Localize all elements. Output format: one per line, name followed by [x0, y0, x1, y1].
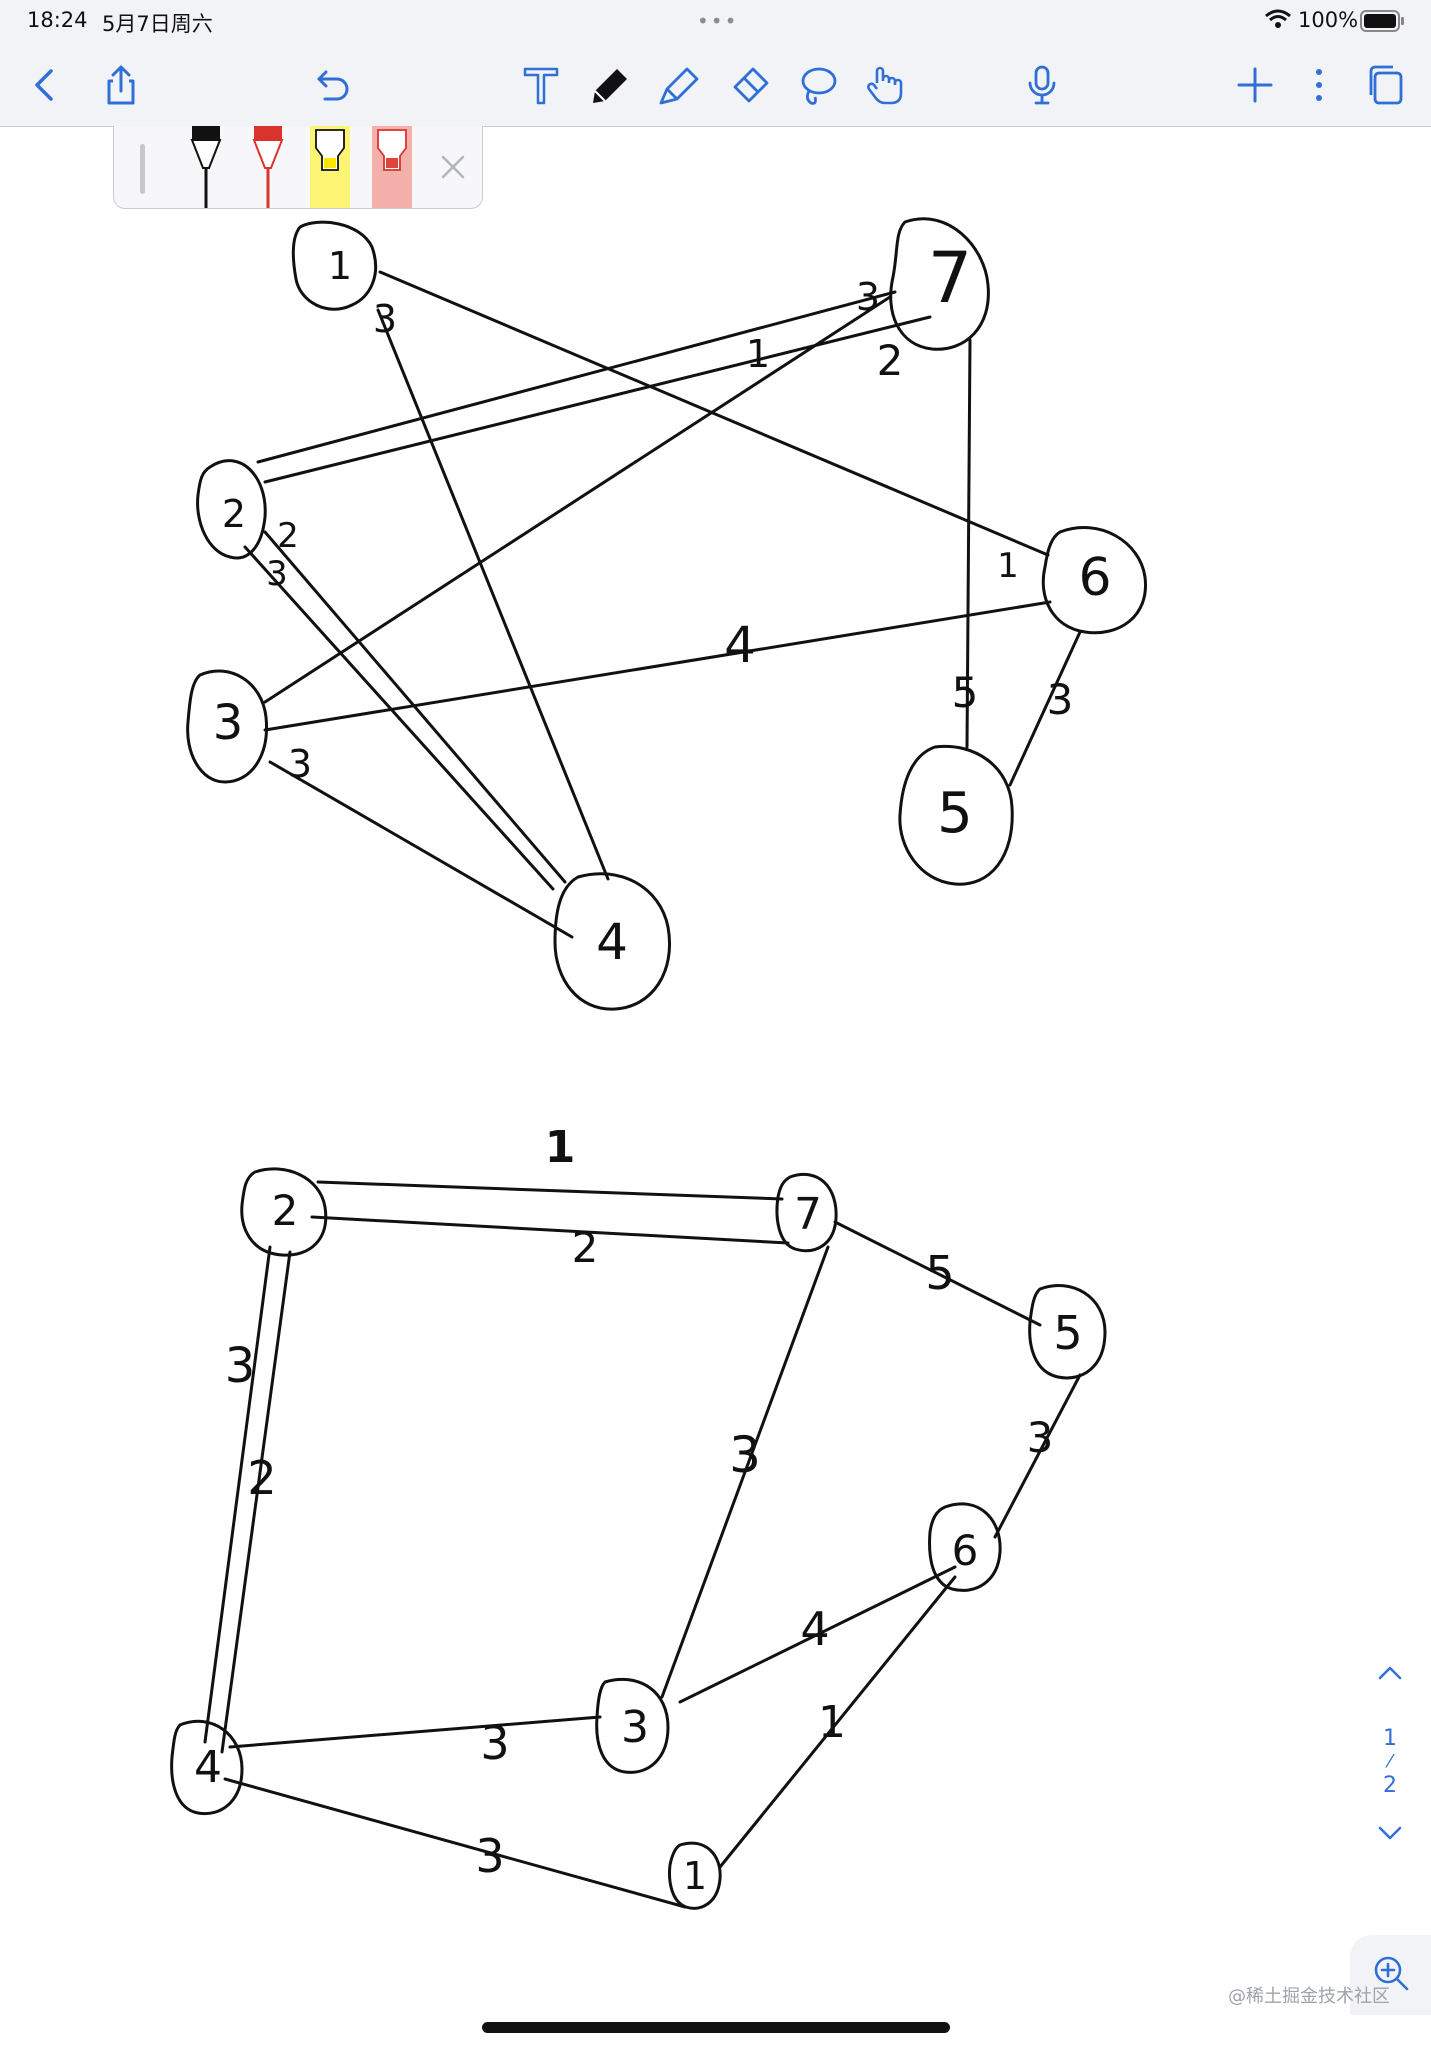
edge-2-7-b	[263, 315, 932, 484]
b-weight-2-7-a: 1	[545, 1122, 576, 1173]
b-node-7-label: 7	[794, 1189, 822, 1240]
battery-icon	[1360, 10, 1406, 36]
undo-icon[interactable]	[304, 58, 358, 112]
b-weight-7-3: 3	[729, 1426, 761, 1484]
pen-tool-icon[interactable]	[584, 58, 638, 112]
watermark: @稀土掘金技术社区	[1228, 1986, 1390, 2007]
node-1-label: 1	[328, 244, 352, 288]
b-node-3-label: 3	[621, 1702, 649, 1753]
b-weight-2-4-a: 2	[247, 1451, 276, 1505]
multitask-dots-icon[interactable]: •••	[697, 9, 738, 33]
eraser-tool-icon[interactable]	[722, 58, 776, 112]
b-node-2-label: 2	[272, 1186, 299, 1235]
b-edge-2-7-b	[310, 1215, 790, 1245]
page-separator: ⁄	[1388, 1751, 1392, 1772]
microphone-icon[interactable]	[1015, 58, 1069, 112]
weight-2-4-b: 3	[266, 554, 288, 594]
weight-6-5: 3	[1047, 675, 1074, 724]
weight-1-6: 1	[997, 546, 1019, 586]
b-edge-4-3	[228, 1715, 602, 1749]
status-time: 18:24	[27, 8, 88, 32]
lasso-tool-icon[interactable]	[790, 58, 844, 112]
edge-1-4	[376, 308, 610, 881]
page-navigator: 1 ⁄ 2	[1360, 1660, 1420, 1880]
status-date: 5月7日周六	[102, 12, 213, 36]
node-4-label: 4	[596, 913, 628, 971]
share-icon[interactable]	[94, 58, 148, 112]
add-icon[interactable]	[1228, 58, 1282, 112]
node-2-label: 2	[222, 492, 246, 536]
shape-tool-icon[interactable]	[858, 58, 912, 112]
node-7-label: 7	[928, 237, 973, 319]
toolbar	[0, 40, 1431, 127]
text-tool-icon[interactable]	[514, 58, 568, 112]
weight-7-5: 5	[952, 668, 979, 717]
b-weight-6-1: 1	[818, 1697, 846, 1748]
edge-3-6	[263, 600, 1052, 732]
b-node-4-label: 4	[194, 1742, 222, 1793]
b-node-6-label: 6	[952, 1526, 979, 1575]
weight-2-7-b: 2	[877, 336, 904, 385]
node-3-label: 3	[213, 695, 244, 751]
current-page-number: 1	[1383, 1726, 1397, 1751]
next-page-icon[interactable]	[1360, 1822, 1420, 1858]
highlighter-tool-icon[interactable]	[652, 58, 706, 112]
b-edge-4-1	[223, 1777, 687, 1909]
note-canvas[interactable]: 1 2 3 4 5 6 7 3 1 2 3 2 3 1 4 3 5 3 2 7 …	[0, 127, 1431, 2017]
b-weight-7-5: 5	[925, 1246, 954, 1300]
b-weight-5-6: 3	[1027, 1413, 1054, 1462]
battery-percent: 100%	[1298, 8, 1359, 32]
edge-2-4-b	[263, 530, 567, 884]
node-6-label: 6	[1078, 548, 1111, 608]
b-weight-4-1: 3	[475, 1829, 504, 1883]
b-node-5-label: 5	[1053, 1306, 1082, 1360]
b-weight-2-7-b: 2	[572, 1223, 599, 1272]
pages-icon[interactable]	[1358, 58, 1412, 112]
b-weight-2-4-b: 3	[225, 1338, 256, 1394]
weight-3-4: 3	[288, 742, 312, 786]
previous-page-icon[interactable]	[1360, 1660, 1420, 1696]
b-edge-2-7-a	[316, 1180, 784, 1201]
total-page-number: 2	[1383, 1773, 1397, 1798]
b-weight-4-3: 3	[480, 1716, 509, 1770]
back-icon[interactable]	[18, 58, 72, 112]
weight-3-6: 4	[724, 616, 756, 674]
b-weight-6-3: 4	[800, 1602, 829, 1656]
node-5-label: 5	[937, 781, 973, 846]
wifi-icon	[1265, 9, 1291, 33]
home-indicator[interactable]	[482, 2022, 950, 2033]
status-bar: 18:24 5月7日周六 ••• 100%	[0, 0, 1431, 40]
weight-1-4: 3	[373, 297, 397, 341]
b-node-1-label: 1	[683, 1854, 707, 1898]
weight-2-4-a: 2	[277, 516, 299, 556]
weight-2-7-a: 1	[746, 332, 770, 376]
edge-2-7-a	[256, 290, 897, 464]
more-icon[interactable]	[1292, 58, 1346, 112]
weight-3-7: 3	[856, 275, 880, 319]
edge-3-4	[268, 760, 574, 939]
